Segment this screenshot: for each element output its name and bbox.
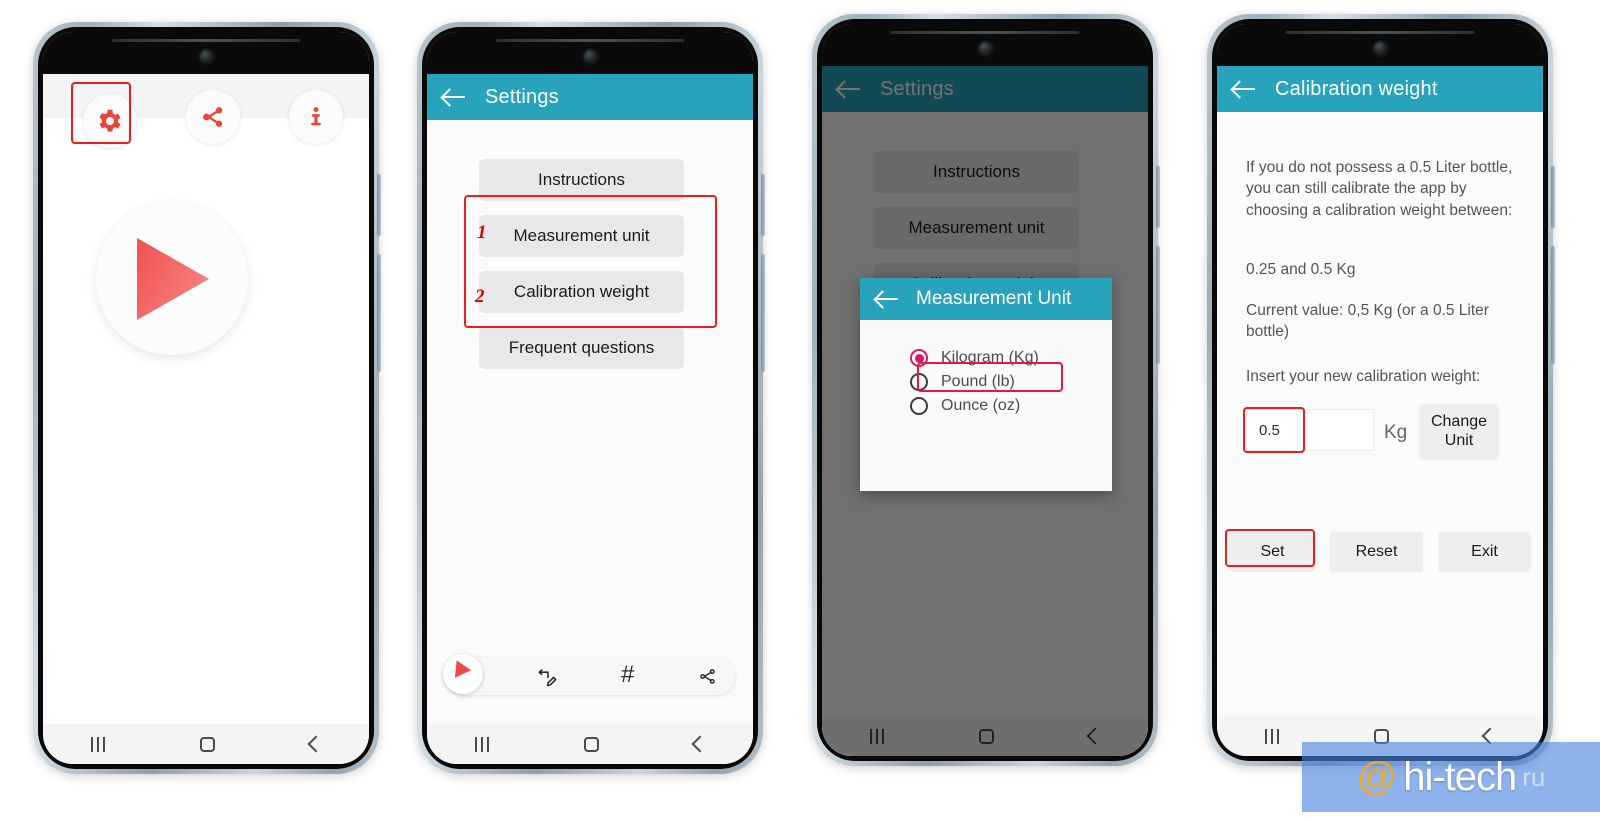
highlight-kilogram-option bbox=[917, 362, 1063, 392]
unit-label: Kg bbox=[1384, 422, 1408, 443]
change-unit-line-2: Unit bbox=[1444, 432, 1474, 449]
share-icon[interactable] bbox=[697, 666, 718, 692]
hash-icon[interactable]: # bbox=[621, 661, 634, 689]
dialog-title: Measurement Unit bbox=[916, 288, 1072, 309]
highlight-measurement-and-calibration bbox=[464, 195, 717, 328]
power-button[interactable] bbox=[1156, 246, 1160, 364]
back-arrow-icon[interactable] bbox=[1231, 79, 1257, 99]
notch bbox=[427, 32, 753, 74]
watermark-tail: ru bbox=[1522, 761, 1546, 792]
radio-button-icon[interactable] bbox=[910, 397, 928, 415]
highlight-gear-icon bbox=[71, 82, 131, 144]
share-icon bbox=[203, 107, 223, 127]
volume-button[interactable] bbox=[1551, 166, 1555, 228]
recents-icon[interactable] bbox=[474, 736, 490, 752]
play-button[interactable] bbox=[96, 203, 248, 355]
power-button[interactable] bbox=[377, 254, 381, 372]
watermark: @ hi-tech ru bbox=[1302, 742, 1600, 812]
volume-button[interactable] bbox=[1156, 166, 1160, 228]
highlight-set-button bbox=[1225, 529, 1315, 567]
radio-option-ounce[interactable]: Ounce (oz) bbox=[910, 394, 1112, 418]
phone-3-measurement-unit: Settings Instructions Measurement unit C… bbox=[812, 14, 1160, 766]
recents-icon[interactable] bbox=[1264, 728, 1280, 744]
phone-screen: Settings Instructions Measurement unit C… bbox=[427, 32, 753, 764]
earpiece-speaker bbox=[111, 39, 301, 42]
watermark-text: hi-tech bbox=[1403, 754, 1517, 799]
phone-1-home bbox=[33, 22, 381, 774]
front-camera-icon bbox=[199, 49, 213, 63]
current-value-paragraph: Current value: 0,5 Kg (or a 0.5 Liter bo… bbox=[1246, 302, 1489, 341]
home-icon[interactable] bbox=[584, 736, 600, 752]
intro-paragraph: If you do not possess a 0.5 Liter bottle… bbox=[1246, 159, 1513, 219]
play-icon bbox=[137, 238, 209, 320]
watermark-at-icon: @ bbox=[1356, 754, 1398, 799]
power-button[interactable] bbox=[1551, 246, 1555, 364]
step-number-1: 1 bbox=[477, 222, 487, 243]
phone-2-settings: Settings Instructions Measurement unit C… bbox=[417, 22, 765, 774]
annotate-icon[interactable] bbox=[535, 665, 559, 693]
knob-wedge bbox=[448, 656, 472, 678]
android-navbar bbox=[427, 724, 753, 764]
back-arrow-icon[interactable] bbox=[441, 87, 467, 107]
prompt-paragraph: Insert your new calibration weight: bbox=[1246, 368, 1481, 385]
step-number-2: 2 bbox=[475, 286, 485, 307]
power-button[interactable] bbox=[761, 254, 765, 372]
appbar-title: Calibration weight bbox=[1275, 77, 1438, 100]
dialog-appbar: Measurement Unit bbox=[860, 278, 1112, 320]
phone-screen: Calibration weight If you do not possess… bbox=[1217, 24, 1543, 756]
highlight-input-field bbox=[1243, 407, 1305, 453]
screenshot-edit-toolbar[interactable]: # bbox=[443, 654, 735, 695]
earpiece-speaker bbox=[1285, 31, 1475, 34]
exit-button[interactable]: Exit bbox=[1438, 532, 1531, 572]
info-icon-button[interactable] bbox=[289, 90, 343, 144]
back-icon[interactable] bbox=[691, 735, 709, 753]
back-icon[interactable] bbox=[307, 735, 325, 753]
range-paragraph: 0.25 and 0.5 Kg bbox=[1246, 261, 1356, 278]
front-camera-icon bbox=[583, 49, 597, 63]
notch bbox=[43, 32, 369, 74]
change-unit-line-1: Change bbox=[1430, 413, 1488, 431]
earpiece-speaker bbox=[495, 39, 685, 42]
share-icon-button[interactable] bbox=[186, 90, 240, 144]
notch bbox=[822, 24, 1148, 66]
settings-button-frequent-questions[interactable]: Frequent questions bbox=[479, 327, 684, 369]
color-knob-icon[interactable] bbox=[443, 654, 483, 694]
settings-appbar: Settings bbox=[427, 74, 753, 120]
radio-label-ounce: Ounce (oz) bbox=[941, 397, 1021, 414]
dialog-back-arrow-icon[interactable] bbox=[874, 289, 900, 309]
home-icon[interactable] bbox=[200, 736, 216, 752]
screenshot-canvas: Settings Instructions Measurement unit C… bbox=[0, 0, 1600, 822]
reset-button[interactable]: Reset bbox=[1330, 532, 1423, 572]
info-icon bbox=[311, 107, 321, 126]
volume-button[interactable] bbox=[761, 174, 765, 236]
appbar-title: Settings bbox=[485, 85, 559, 108]
change-unit-button[interactable]: Change Unit bbox=[1419, 404, 1499, 460]
calibration-appbar: Calibration weight bbox=[1217, 66, 1543, 112]
android-navbar bbox=[43, 724, 369, 764]
phone-4-calibration-weight: Calibration weight If you do not possess… bbox=[1207, 14, 1555, 766]
earpiece-speaker bbox=[890, 31, 1080, 34]
volume-button[interactable] bbox=[377, 174, 381, 236]
notch bbox=[1217, 24, 1543, 66]
front-camera-icon bbox=[1373, 41, 1387, 55]
front-camera-icon bbox=[978, 41, 992, 55]
recents-icon[interactable] bbox=[90, 736, 106, 752]
